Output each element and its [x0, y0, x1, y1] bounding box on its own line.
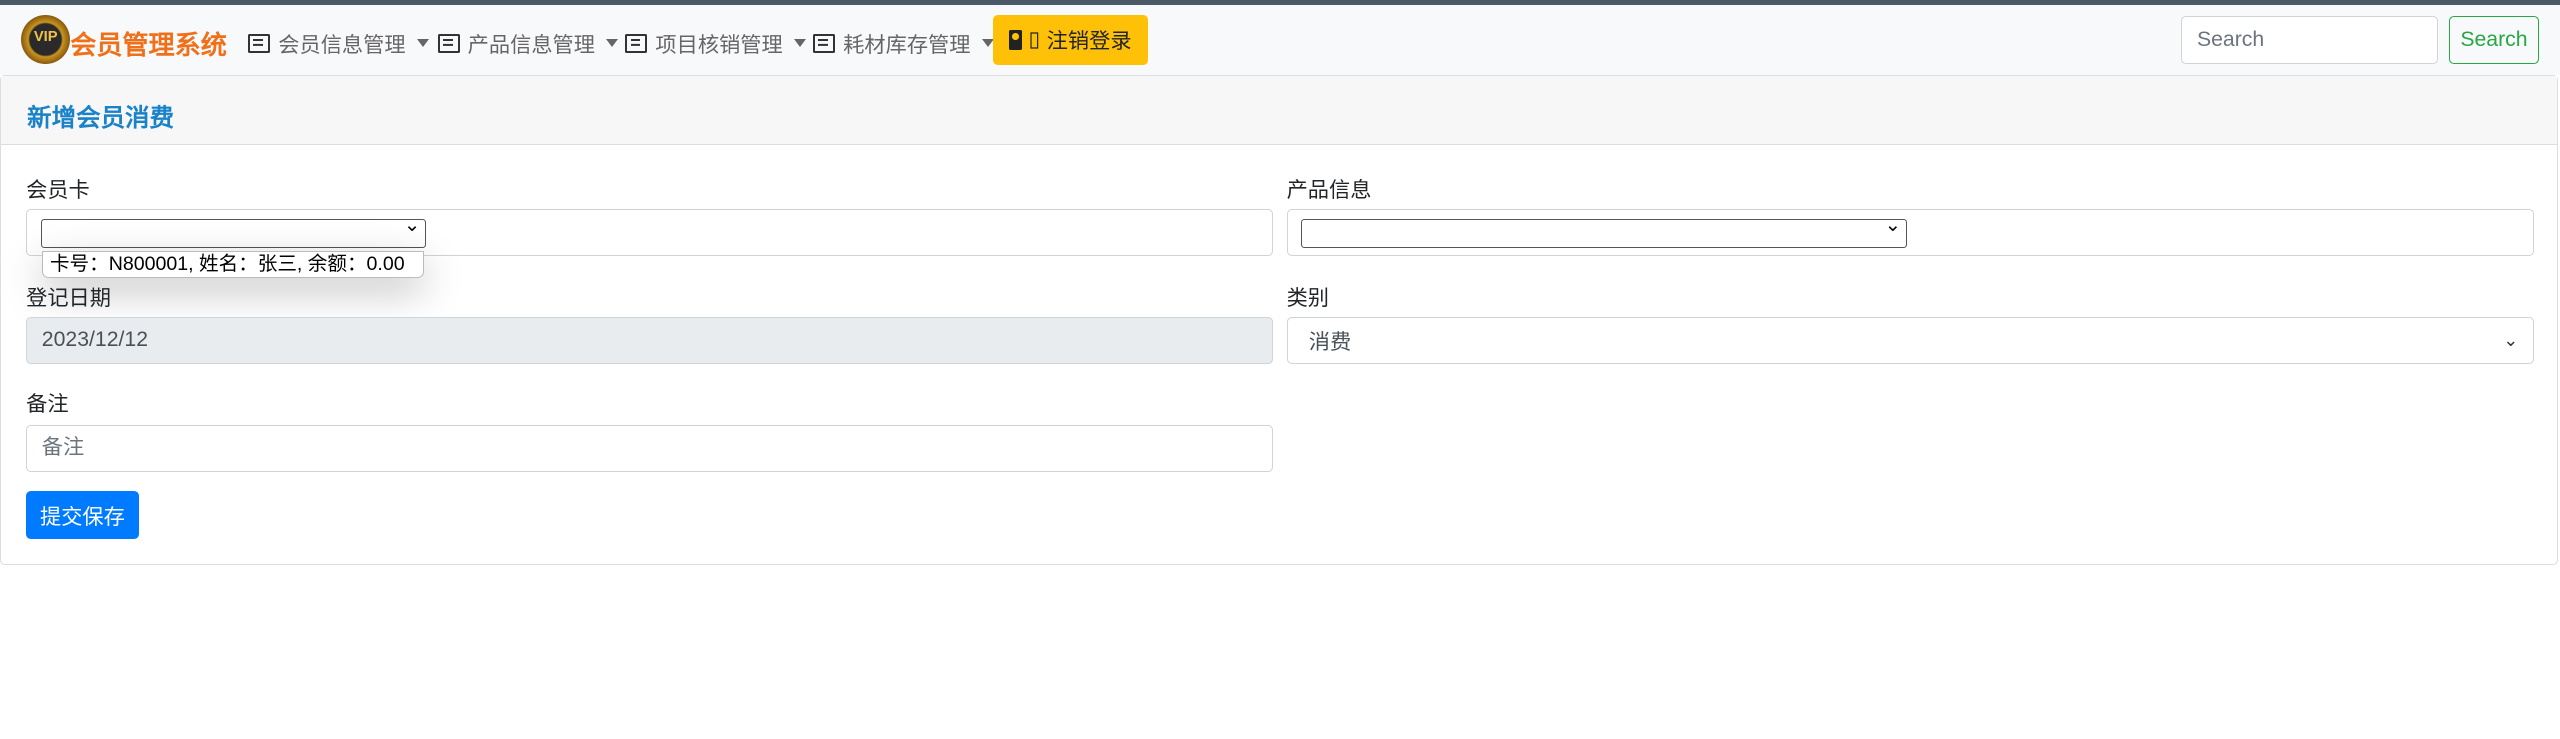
list-card-icon [625, 33, 648, 53]
product-select[interactable] [1301, 213, 1907, 249]
caret-down-icon [416, 39, 429, 48]
logout-button[interactable]: ▯ 注销登录 [992, 14, 1148, 66]
page-title: 新增会员消费 [27, 104, 175, 132]
product-label: 产品信息 [1286, 179, 1372, 203]
nav-consumables-stock[interactable]: 耗材库存管理 [813, 28, 994, 59]
vip-logo-icon[interactable]: VIP [21, 14, 71, 64]
member-card-select[interactable] [40, 213, 427, 249]
nav-product-info[interactable]: 产品信息管理 [437, 28, 619, 59]
navbar: VIP 会员管理系统 会员信息管理 产品信息管理 项目核销管理 耗材库存管理 ▯… [0, 4, 2560, 76]
nav-project-writeoff[interactable]: 项目核销管理 [625, 28, 807, 59]
card-header: 新增会员消费 [1, 76, 2558, 145]
caret-down-icon [794, 39, 807, 48]
search-input[interactable] [2181, 16, 2438, 64]
brand-name[interactable]: 会员管理系统 [70, 24, 227, 62]
submit-save-button[interactable]: 提交保存 [26, 491, 139, 539]
nav-member-info[interactable]: 会员信息管理 [248, 28, 429, 59]
member-card-option[interactable]: 卡号：N800001, 姓名：张三, 余额：0.00 [42, 251, 425, 278]
chevron-down-icon: ⌄ [2503, 329, 2519, 350]
list-card-icon [813, 33, 836, 53]
remark-input[interactable] [26, 424, 1274, 472]
date-label: 登记日期 [26, 286, 111, 310]
date-input[interactable]: 2023/12/12 [26, 316, 1274, 365]
list-card-icon [437, 33, 460, 53]
member-card-label: 会员卡 [26, 179, 90, 203]
list-card-icon [248, 33, 271, 53]
user-badge-icon [1008, 30, 1022, 50]
remark-label: 备注 [26, 392, 69, 416]
caret-down-icon [606, 39, 619, 48]
category-label: 类别 [1286, 286, 1330, 310]
category-select[interactable]: 消费 ⌄ [1286, 316, 2534, 365]
search-button[interactable]: Search [2449, 16, 2539, 64]
